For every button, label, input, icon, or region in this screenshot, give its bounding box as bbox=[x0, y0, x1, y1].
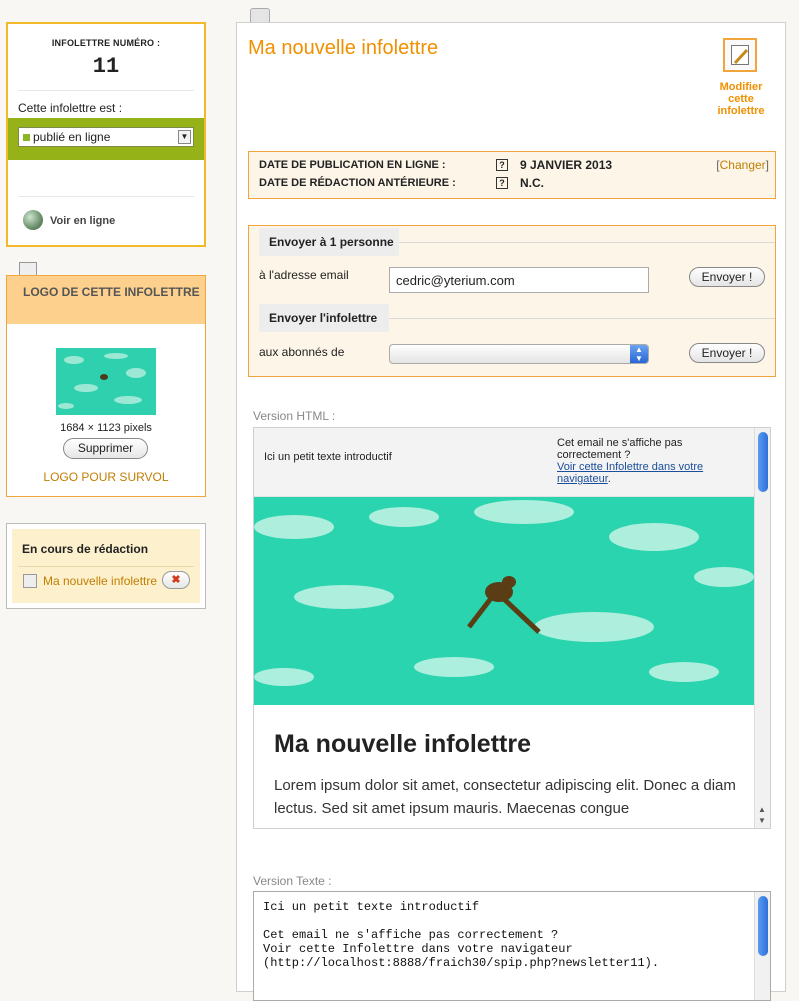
divider bbox=[399, 242, 775, 243]
number-label: INFOLETTRE NUMÉRO : bbox=[51, 38, 161, 48]
edit-newsletter-link[interactable]: Modifier cette infolettre bbox=[707, 81, 775, 117]
number-value: 11 bbox=[92, 54, 120, 79]
chevron-down-icon: ▼ bbox=[178, 130, 191, 144]
change-date-link[interactable]: [Changer] bbox=[716, 158, 769, 172]
redaction-date-value: N.C. bbox=[520, 176, 544, 190]
status-select[interactable]: publié en ligne ▼ bbox=[18, 127, 194, 147]
newsletter-icon bbox=[23, 574, 37, 588]
divider bbox=[18, 90, 194, 91]
scroll-thumb[interactable] bbox=[758, 896, 768, 956]
hover-logo-link[interactable]: LOGO POUR SURVOL bbox=[7, 470, 205, 484]
drafts-title: En cours de rédaction bbox=[22, 542, 149, 556]
email-input[interactable]: cedric@yterium.com bbox=[389, 267, 649, 293]
email-label: à l'adresse email bbox=[259, 268, 349, 282]
status-dot-icon bbox=[23, 134, 30, 141]
drafts-box: En cours de rédaction Ma nouvelle infole… bbox=[6, 523, 206, 609]
divider bbox=[18, 196, 194, 197]
status-value: publié en ligne bbox=[33, 130, 111, 144]
html-preview-frame[interactable]: Ici un petit texte introductif Cet email… bbox=[253, 427, 771, 829]
publication-date-value: 9 JANVIER 2013 bbox=[520, 158, 613, 172]
help-icon[interactable]: ? bbox=[496, 159, 508, 171]
view-online-link[interactable]: Voir en ligne bbox=[50, 215, 115, 227]
change-date-label[interactable]: Changer bbox=[720, 158, 766, 172]
updown-arrows-icon: ▲ ▼ bbox=[630, 345, 648, 363]
email-header: Ici un petit texte introductif Cet email… bbox=[254, 428, 754, 497]
subscribers-select[interactable]: ▲ ▼ bbox=[389, 344, 649, 364]
dates-box: DATE DE PUBLICATION EN LIGNE : ? 9 JANVI… bbox=[248, 151, 776, 199]
vertical-scrollbar[interactable] bbox=[754, 892, 770, 1000]
remove-draft-button[interactable]: ✖ bbox=[162, 571, 190, 589]
subscribers-label: aux abonnés de bbox=[259, 345, 345, 359]
view-in-browser-link[interactable]: Voir cette Infolettre dans votre navigat… bbox=[557, 461, 703, 485]
divider bbox=[18, 566, 194, 567]
publication-date-label: DATE DE PUBLICATION EN LIGNE : bbox=[259, 159, 446, 171]
text-version-content: Ici un petit texte introductif Cet email… bbox=[263, 900, 660, 970]
logo-box: LOGO DE CETTE INFOLETTRE 1684 × 1123 pix… bbox=[6, 275, 206, 497]
edit-icon[interactable] bbox=[723, 38, 757, 72]
send-all-legend: Envoyer l'infolettre bbox=[259, 304, 389, 332]
scroll-arrows-icon[interactable]: ▲ ▼ bbox=[758, 804, 766, 826]
status-band: publié en ligne ▼ bbox=[8, 118, 204, 160]
pencil-icon bbox=[731, 45, 749, 65]
email-body: Lorem ipsum dolor sit amet, consectetur … bbox=[274, 777, 736, 817]
email-intro: Ici un petit texte introductif bbox=[264, 451, 392, 463]
text-preview-frame[interactable]: Ici un petit texte introductif Cet email… bbox=[253, 891, 771, 1001]
notice-text: Cet email ne s'affiche pas correctement … bbox=[557, 437, 683, 461]
send-box: Envoyer à 1 personne à l'adresse email c… bbox=[248, 225, 776, 377]
vertical-scrollbar[interactable]: ▲ ▼ bbox=[754, 428, 770, 828]
help-icon[interactable]: ? bbox=[496, 177, 508, 189]
email-notice: Cet email ne s'affiche pas correctement … bbox=[557, 437, 737, 485]
logo-dimensions: 1684 × 1123 pixels bbox=[60, 422, 152, 434]
page-title: Ma nouvelle infolettre bbox=[248, 37, 439, 59]
logo-header: LOGO DE CETTE INFOLETTRE bbox=[7, 276, 205, 324]
newsletter-info-box: INFOLETTRE NUMÉRO : 11 Cette infolettre … bbox=[6, 22, 206, 247]
status-label: Cette infolettre est : bbox=[18, 101, 123, 115]
link-suffix: . bbox=[607, 473, 611, 485]
divider bbox=[389, 318, 775, 319]
globe-icon[interactable] bbox=[23, 210, 43, 230]
main-panel: Ma nouvelle infolettre Modifier cette in… bbox=[236, 22, 786, 1001]
scroll-thumb[interactable] bbox=[758, 432, 768, 492]
drafts-inner: En cours de rédaction Ma nouvelle infole… bbox=[12, 529, 200, 603]
send-one-legend: Envoyer à 1 personne bbox=[259, 228, 399, 256]
send-one-button[interactable]: Envoyer ! bbox=[689, 267, 765, 287]
html-version-label: Version HTML : bbox=[253, 409, 336, 423]
draft-item-link[interactable]: Ma nouvelle infolettre bbox=[43, 574, 157, 588]
send-all-button[interactable]: Envoyer ! bbox=[689, 343, 765, 363]
logo-thumbnail[interactable] bbox=[56, 348, 156, 415]
text-version-label: Version Texte : bbox=[253, 874, 332, 888]
email-banner-image bbox=[254, 497, 754, 705]
delete-logo-button[interactable]: Supprimer bbox=[63, 438, 148, 459]
email-heading: Ma nouvelle infolettre bbox=[274, 730, 531, 758]
redaction-date-label: DATE DE RÉDACTION ANTÉRIEURE : bbox=[259, 177, 456, 189]
